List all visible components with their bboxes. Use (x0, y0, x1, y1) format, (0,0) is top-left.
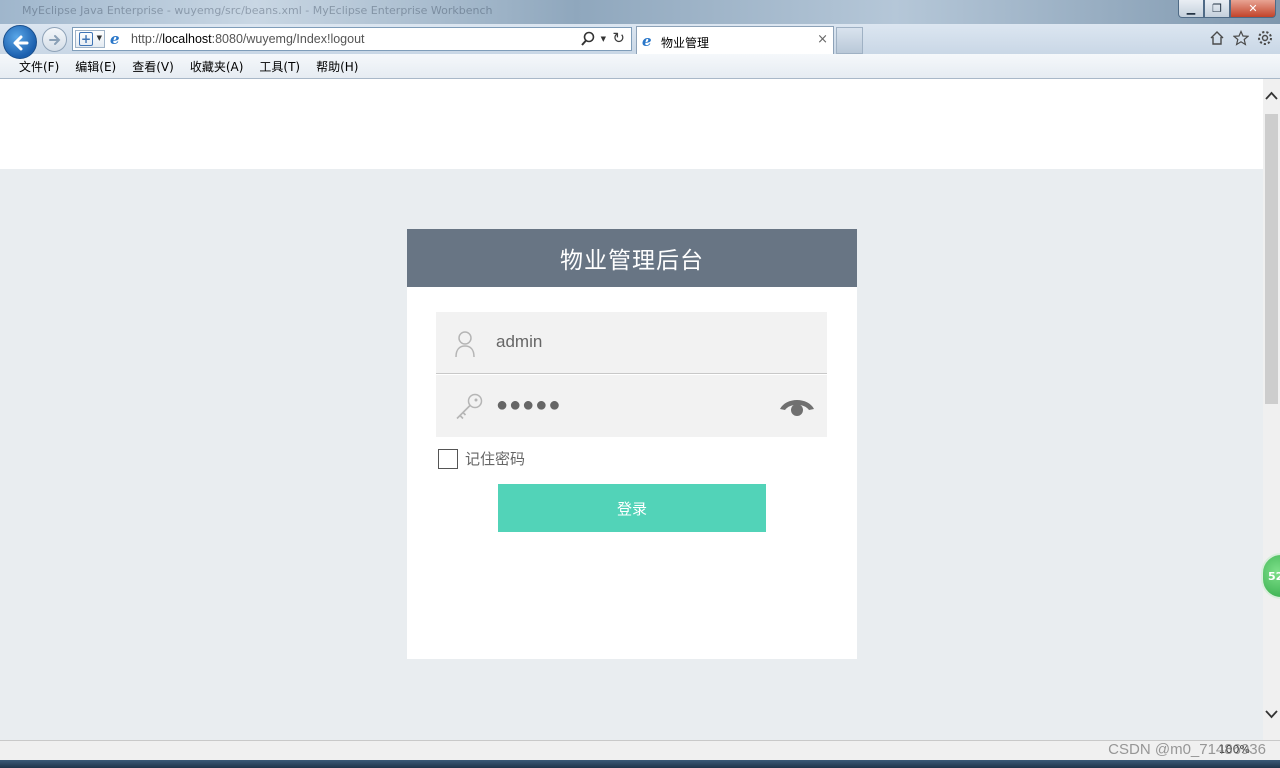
show-password-icon[interactable] (779, 395, 815, 417)
remember-password[interactable]: 记住密码 (438, 448, 525, 469)
browser-navbar: + ▼ e http://localhost:8080/wuyemg/Index… (0, 24, 1280, 59)
password-field[interactable]: ●●●●● (436, 375, 827, 437)
address-bar[interactable]: + ▼ e http://localhost:8080/wuyemg/Index… (72, 27, 632, 51)
menu-view[interactable]: 查看(V) (132, 58, 174, 75)
new-tab-button[interactable] (836, 27, 863, 54)
remember-checkbox[interactable] (438, 448, 458, 469)
url-rest: :8080/wuyemg/Index!logout (211, 32, 365, 46)
refresh-icon[interactable]: ↻ (612, 29, 625, 47)
favorites-star-icon[interactable] (1232, 29, 1250, 47)
badge-number: 52 (1268, 570, 1280, 583)
password-value: ●●●●● (496, 394, 562, 416)
home-icon[interactable] (1208, 29, 1226, 47)
username-field[interactable]: admin (436, 312, 827, 374)
window-title: MyEclipse Java Enterprise - wuyemg/src/b… (22, 4, 493, 17)
window-controls: ▁ ❐ ✕ (1178, 0, 1276, 18)
menu-tools[interactable]: 工具(T) (259, 58, 300, 75)
window-titlebar: MyEclipse Java Enterprise - wuyemg/src/b… (0, 0, 1280, 24)
back-button[interactable] (3, 25, 37, 59)
compat-view-icon: + (79, 32, 93, 46)
compat-view-button[interactable]: + ▼ (75, 30, 105, 48)
page-header (0, 79, 1263, 169)
username-value: admin (496, 332, 543, 351)
ie-logo-icon: e (110, 30, 120, 48)
menu-bar: 文件(F) 编辑(E) 查看(V) 收藏夹(A) 工具(T) 帮助(H) (0, 54, 1280, 79)
settings-gear-icon[interactable] (1256, 29, 1274, 47)
menu-file[interactable]: 文件(F) (19, 58, 59, 75)
url-host: localhost (162, 32, 212, 46)
watermark: CSDN @m0_71486936 (1108, 741, 1266, 758)
toolbar-right (1208, 29, 1274, 47)
back-icon (13, 35, 29, 51)
login-title: 物业管理后台 (407, 229, 857, 287)
status-bar (0, 740, 1280, 760)
forward-icon (49, 35, 61, 45)
chevron-down-icon: ▼ (96, 34, 102, 42)
forward-button[interactable] (42, 27, 67, 52)
tab-close-icon[interactable]: × (817, 32, 828, 47)
login-card: 物业管理后台 admin ●●●●● 记住密码 登录 (407, 229, 857, 659)
search-icon[interactable] (581, 31, 595, 47)
url-text[interactable]: http://localhost:8080/wuyemg/Index!logou… (131, 32, 365, 46)
minimize-button[interactable]: ▁ (1178, 0, 1204, 18)
scroll-down-icon[interactable] (1263, 707, 1280, 721)
user-icon (455, 331, 475, 358)
menu-help[interactable]: 帮助(H) (316, 58, 358, 75)
close-window-button[interactable]: ✕ (1230, 0, 1276, 18)
vertical-scrollbar[interactable] (1263, 79, 1280, 740)
taskbar (0, 760, 1280, 768)
tab-title: 物业管理 (661, 36, 710, 50)
login-button[interactable]: 登录 (498, 484, 766, 532)
ie-logo-icon: e (642, 32, 652, 50)
key-icon (456, 393, 483, 420)
remember-label: 记住密码 (465, 450, 526, 468)
scroll-up-icon[interactable] (1263, 89, 1280, 103)
tab-active[interactable]: e 物业管理 × (636, 26, 834, 54)
page-viewport: 物业管理后台 admin ●●●●● 记住密码 登录 (0, 79, 1263, 740)
menu-favorites[interactable]: 收藏夹(A) (190, 58, 244, 75)
url-prefix: http:// (131, 32, 163, 46)
restore-button[interactable]: ❐ (1204, 0, 1230, 18)
menu-edit[interactable]: 编辑(E) (75, 58, 116, 75)
chevron-down-icon[interactable]: ▼ (601, 35, 606, 43)
scroll-thumb[interactable] (1265, 114, 1278, 404)
